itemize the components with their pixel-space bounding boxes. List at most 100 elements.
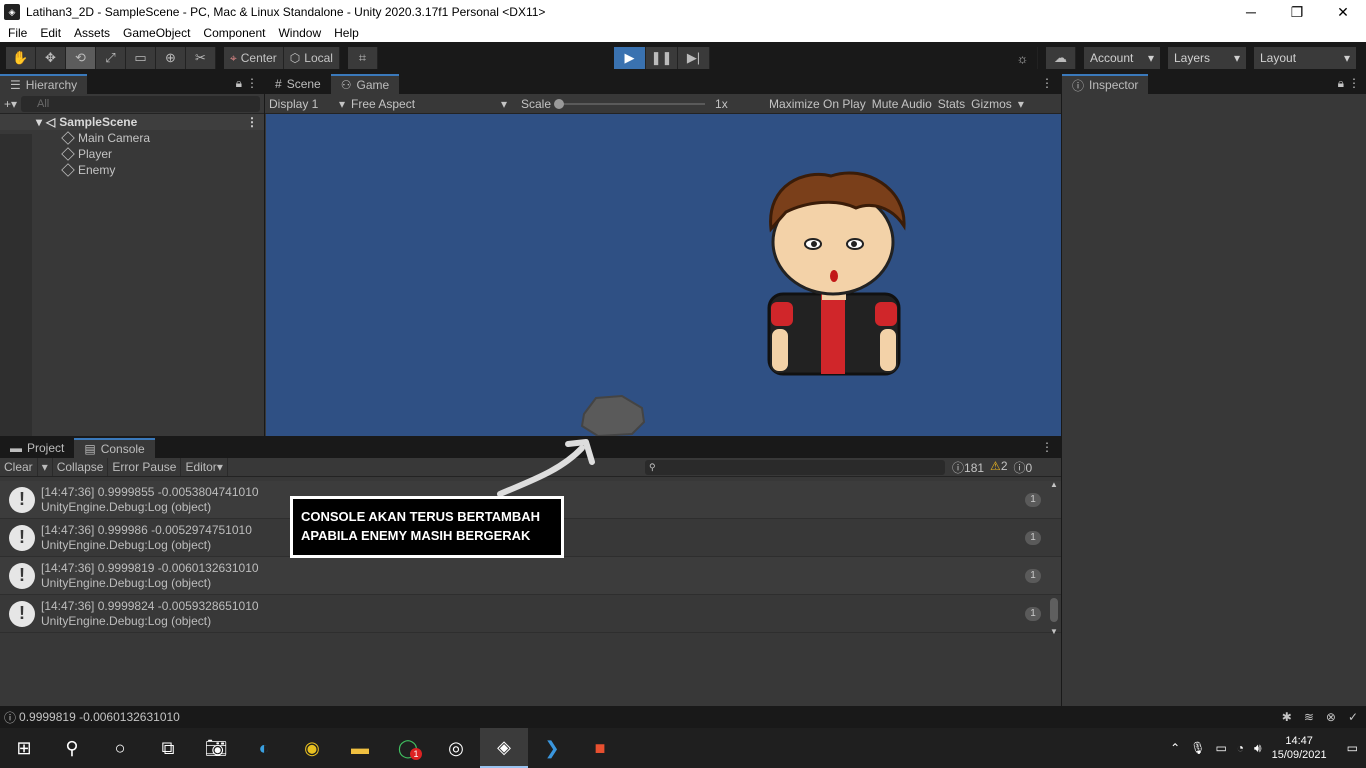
menu-assets[interactable]: Assets bbox=[74, 26, 110, 40]
display-dropdown[interactable]: Display 1 ▾ bbox=[269, 97, 345, 111]
edge-icon[interactable]: ◐ bbox=[240, 728, 288, 768]
task-view-icon[interactable]: ⧉ bbox=[144, 728, 192, 768]
file-explorer-icon[interactable]: ▬ bbox=[336, 728, 384, 768]
maximize-on-play-button[interactable]: Maximize On Play bbox=[769, 97, 866, 111]
search-icon[interactable]: ⚲ bbox=[48, 728, 96, 768]
menu-component[interactable]: Component bbox=[203, 26, 265, 40]
tab-hierarchy[interactable]: ☰ Hierarchy bbox=[0, 74, 88, 94]
rect-tool-icon[interactable]: ▭ bbox=[126, 47, 156, 69]
more-icon[interactable]: ⋮ bbox=[246, 76, 258, 90]
lock-icon[interactable]: 🔒︎ bbox=[236, 76, 242, 91]
check-icon[interactable]: ✓ bbox=[1348, 710, 1358, 724]
layers-dropdown[interactable]: Layers ▾ bbox=[1168, 47, 1246, 69]
layers-status-icon[interactable]: ≋ bbox=[1304, 710, 1314, 724]
battery-icon[interactable]: ▭ bbox=[1215, 741, 1226, 755]
unity-taskbar-icon[interactable]: ◈ bbox=[480, 728, 528, 768]
inspector-tabbar: ⓘ Inspector 🔒︎ ⋮ bbox=[1062, 74, 1366, 94]
notification-center-icon[interactable]: ▭ bbox=[1347, 741, 1358, 755]
window-title: Latihan3_2D - SampleScene - PC, Mac & Li… bbox=[26, 5, 546, 19]
pivot-rotation-button[interactable]: ⬡ Local bbox=[283, 47, 340, 69]
expand-arrow-icon[interactable]: ▾ bbox=[36, 115, 42, 129]
obs-icon[interactable]: ◎ bbox=[432, 728, 480, 768]
volume-icon[interactable]: 🔊︎ bbox=[1254, 741, 1262, 756]
editor-dropdown[interactable]: Editor ▾ bbox=[181, 458, 228, 476]
menu-file[interactable]: File bbox=[8, 26, 27, 40]
pause-button[interactable]: ❚❚ bbox=[646, 47, 678, 69]
custom-tool-icon[interactable]: ✂ bbox=[186, 47, 216, 69]
hand-tool-icon[interactable]: ✋ bbox=[6, 47, 36, 69]
layout-dropdown[interactable]: Layout ▾ bbox=[1254, 47, 1356, 69]
mute-audio-button[interactable]: Mute Audio bbox=[872, 97, 932, 111]
stats-button[interactable]: Stats bbox=[938, 97, 965, 111]
dropdown-arrow-icon[interactable]: ▾ bbox=[1018, 97, 1024, 111]
menu-window[interactable]: Window bbox=[278, 26, 321, 40]
hierarchy-item-player[interactable]: Player bbox=[0, 146, 264, 162]
console-search-input[interactable]: ⚲ bbox=[645, 459, 945, 475]
grid-snap-icon[interactable]: ⌗ bbox=[347, 47, 378, 69]
menu-help[interactable]: Help bbox=[334, 26, 359, 40]
tab-inspector[interactable]: ⓘ Inspector bbox=[1062, 74, 1149, 94]
account-dropdown[interactable]: Account ▾ bbox=[1084, 47, 1160, 69]
scale-tool-icon[interactable]: ⤢ bbox=[96, 47, 126, 69]
scroll-up-icon[interactable]: ▲ bbox=[1049, 480, 1059, 489]
lock-icon[interactable]: 🔒︎ bbox=[1338, 76, 1344, 91]
clear-options-icon[interactable]: ▾ bbox=[38, 458, 53, 476]
hierarchy-item-main-camera[interactable]: Main Camera bbox=[0, 130, 264, 146]
scale-slider[interactable] bbox=[554, 98, 706, 109]
collapse-button[interactable]: Collapse bbox=[53, 458, 109, 476]
log-toggle[interactable]: ⓘ181 bbox=[952, 459, 984, 476]
tab-game[interactable]: ⚇ Game bbox=[330, 74, 400, 94]
wifi-icon[interactable]: ◔ bbox=[1237, 741, 1244, 755]
tab-scene[interactable]: # Scene bbox=[265, 74, 331, 94]
chevron-up-icon[interactable]: ⌃ bbox=[1170, 741, 1180, 755]
scene-row[interactable]: ▾ ◁ SampleScene ⋮ bbox=[0, 114, 264, 130]
transform-tool-icon[interactable]: ⊕ bbox=[156, 47, 186, 69]
log-entry[interactable]: ! [14:47:36] 0.9999819 -0.0060132631010 U… bbox=[0, 557, 1061, 595]
minimize-button[interactable]: ─ bbox=[1228, 0, 1274, 24]
chrome-icon[interactable]: ◉ bbox=[288, 728, 336, 768]
bug-icon[interactable]: ✱ bbox=[1282, 710, 1292, 724]
play-button[interactable]: ▶ bbox=[614, 47, 646, 69]
rotate-tool-icon[interactable]: ⟲ bbox=[66, 47, 96, 69]
more-icon[interactable]: ⋮ bbox=[1041, 440, 1053, 454]
clock[interactable]: 14:47 15/09/2021 bbox=[1272, 734, 1327, 762]
scroll-down-icon[interactable]: ▼ bbox=[1049, 627, 1059, 636]
menu-gameobject[interactable]: GameObject bbox=[123, 26, 190, 40]
tab-console[interactable]: ▤ Console bbox=[74, 438, 155, 458]
maximize-button[interactable]: ❐ bbox=[1274, 0, 1320, 24]
pivot-mode-button[interactable]: ⌖ Center bbox=[224, 47, 284, 69]
auto-generate-lighting-icon[interactable]: ⊗ bbox=[1326, 710, 1336, 724]
microphone-icon[interactable]: 🎙︎ bbox=[1190, 741, 1205, 755]
aspect-dropdown[interactable]: Free Aspect ▾ bbox=[351, 97, 507, 111]
cortana-icon[interactable]: ○ bbox=[96, 728, 144, 768]
close-button[interactable]: ✕ bbox=[1320, 0, 1366, 24]
cloud-icon[interactable]: ☁ bbox=[1046, 47, 1076, 69]
more-icon[interactable]: ⋮ bbox=[1348, 76, 1360, 90]
move-tool-icon[interactable]: ✥ bbox=[36, 47, 66, 69]
error-pause-button[interactable]: Error Pause bbox=[108, 458, 182, 476]
game-viewport[interactable] bbox=[266, 114, 1061, 436]
step-button[interactable]: ▶| bbox=[678, 47, 710, 69]
add-icon[interactable]: +▾ bbox=[4, 97, 17, 111]
tab-project[interactable]: ▬ Project bbox=[0, 438, 74, 458]
gizmos-button[interactable]: Gizmos bbox=[971, 97, 1012, 111]
console-scrollbar[interactable]: ▲ ▼ bbox=[1049, 480, 1059, 636]
hierarchy-item-enemy[interactable]: Enemy bbox=[0, 162, 264, 178]
scene-menu-icon[interactable]: ⋮ bbox=[246, 115, 258, 129]
hierarchy-search-input[interactable]: All bbox=[21, 95, 260, 112]
paint-app-icon[interactable]: ■ bbox=[576, 728, 624, 768]
menu-edit[interactable]: Edit bbox=[40, 26, 61, 40]
status-bar[interactable]: ⓘ 0.9999819 -0.0060132631010 ✱ ≋ ⊗ ✓ bbox=[0, 706, 1366, 728]
windows-start-icon[interactable]: ⊞ bbox=[0, 728, 48, 768]
log-entry[interactable]: ! [14:47:36] 0.9999824 -0.0059328651010 U… bbox=[0, 595, 1061, 633]
scale-slider-handle[interactable] bbox=[554, 98, 565, 109]
error-toggle[interactable]: ⓘ0 bbox=[1014, 459, 1033, 476]
services-icon[interactable]: ☼ bbox=[1008, 47, 1038, 69]
camera-app-icon[interactable]: 📷︎ bbox=[192, 728, 240, 768]
whatsapp-icon[interactable]: ◯ 1 bbox=[384, 728, 432, 768]
clear-button[interactable]: Clear bbox=[0, 458, 38, 476]
scrollbar-thumb[interactable] bbox=[1050, 598, 1058, 622]
vscode-icon[interactable]: ❯ bbox=[528, 728, 576, 768]
more-icon[interactable]: ⋮ bbox=[1041, 76, 1053, 90]
warning-toggle[interactable]: ⚠2 bbox=[990, 459, 1007, 476]
